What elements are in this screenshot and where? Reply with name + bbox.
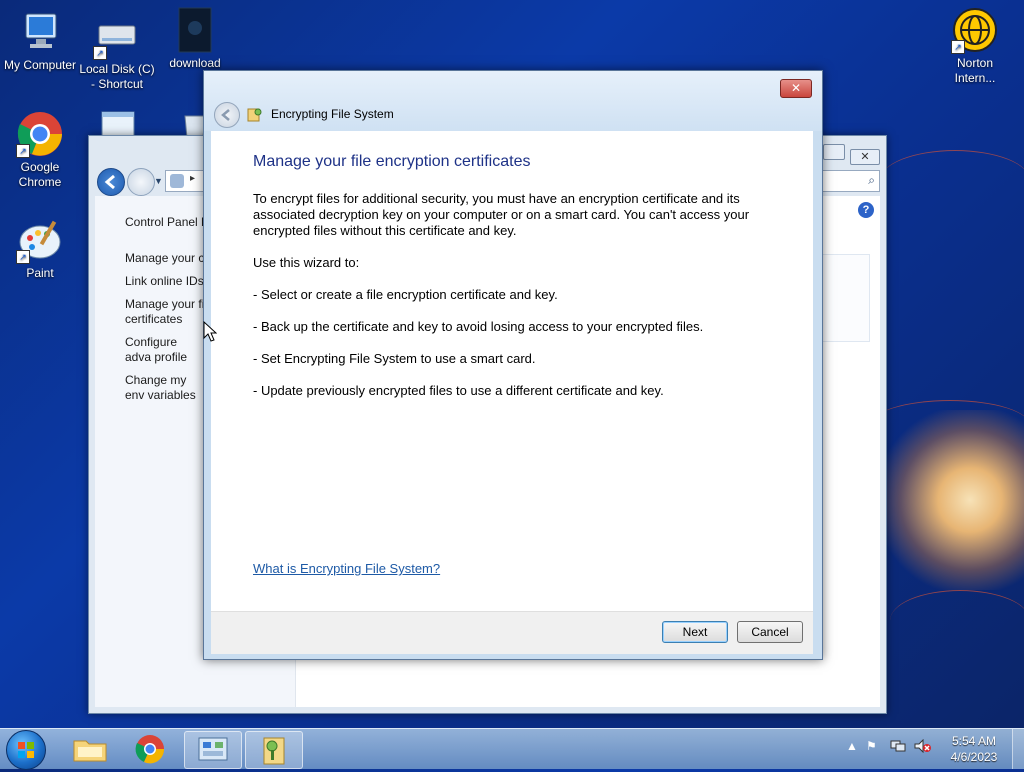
cancel-button[interactable]: Cancel (737, 621, 803, 643)
efs-wizard-dialog[interactable]: ✕ Encrypting File System Manage your fil… (203, 70, 823, 660)
chrome-icon (135, 735, 165, 764)
desktop-icon-label: Paint (26, 266, 54, 280)
system-clock[interactable]: 5:54 AM 4/6/2023 (944, 733, 1004, 765)
shortcut-arrow-icon: ↗ (951, 40, 965, 54)
paint-palette-icon: ↗ (16, 216, 64, 264)
desktop-icon-label: Google Chrome (18, 160, 62, 189)
wallpaper-tendril (890, 590, 1024, 651)
volume-muted-icon[interactable] (914, 738, 932, 756)
shortcut-arrow-icon: ↗ (16, 250, 30, 264)
show-hidden-icons-button[interactable]: ▲ (846, 739, 858, 753)
desktop-icon-label: Local Disk (C) - Shortcut (79, 62, 155, 91)
taskbar-google-chrome[interactable] (122, 731, 178, 767)
folder-icon (73, 740, 107, 762)
search-box[interactable]: ⌕ (822, 170, 880, 192)
shortcut-arrow-icon: ↗ (93, 46, 107, 60)
next-button[interactable]: Next (662, 621, 728, 643)
computer-icon (16, 8, 64, 56)
search-icon: ⌕ (868, 173, 875, 187)
address-bar[interactable]: ▸ (165, 170, 207, 192)
wallpaper-tendril (870, 400, 1024, 451)
use-wizard-text: Use this wizard to: (253, 255, 360, 270)
close-button[interactable]: ✕ (780, 79, 812, 98)
control-panel-icon (170, 174, 184, 188)
mouse-cursor-icon (203, 320, 218, 346)
desktop-icon-google-chrome[interactable]: ↗ Google Chrome (0, 110, 80, 190)
back-button[interactable] (97, 168, 125, 196)
desktop-icon-local-disk[interactable]: ↗ Local Disk (C) - Shortcut (77, 12, 157, 92)
user-account-panel (819, 254, 870, 342)
page-heading: Manage your file encryption certificates (253, 153, 531, 170)
chrome-icon: ↗ (16, 110, 64, 158)
norton-globe-icon: ↗ (951, 6, 999, 54)
dialog-titlebar: ✕ Encrypting File System (204, 71, 822, 131)
manage-file-certificates-link[interactable]: Manage your fi certificates (125, 297, 205, 329)
link-online-ids-link[interactable]: Link online IDs (125, 274, 205, 289)
environment-variables-link[interactable]: Change my env variables (125, 373, 205, 405)
control-panel-home-link[interactable]: Control Panel H (125, 215, 205, 230)
desktop-icon-label: Norton Intern... (954, 56, 996, 85)
what-is-efs-link[interactable]: What is Encrypting File System? (253, 561, 440, 576)
efs-key-icon (263, 737, 285, 765)
bullet-item: - Select or create a file encryption cer… (253, 287, 558, 302)
dialog-title: Encrypting File System (271, 107, 394, 121)
intro-text: To encrypt files for additional security… (253, 191, 750, 238)
action-center-flag-icon[interactable]: ⚑ (866, 739, 877, 753)
bullet-item: - Back up the certificate and key to avo… (253, 319, 704, 334)
control-panel-icon (198, 737, 228, 761)
desktop-icon-label: download (169, 56, 221, 70)
clock-date: 4/6/2023 (950, 750, 998, 764)
taskbar: ▲ ⚑ 5:54 AM 4/6/2023 (0, 728, 1024, 770)
recent-pages-icon[interactable]: ▼ (154, 176, 163, 186)
window-controls: ✕ (822, 144, 880, 165)
configure-profile-link[interactable]: Configure adva profile properti (125, 335, 205, 367)
desktop-icon-paint[interactable]: ↗ Paint (0, 216, 80, 280)
window-icon (94, 108, 142, 138)
wizard-page: Manage your file encryption certificates… (211, 131, 813, 611)
bullet-item: - Update previously encrypted files to u… (253, 383, 664, 398)
forward-button[interactable] (127, 168, 155, 196)
network-icon[interactable] (890, 739, 906, 756)
back-button[interactable] (214, 102, 240, 128)
desktop-icon-label: My Computer (3, 58, 77, 72)
image-file-icon (171, 6, 219, 54)
help-icon[interactable]: ? (858, 202, 874, 218)
restore-button[interactable] (822, 144, 845, 160)
desktop-icon-download[interactable]: download (155, 6, 235, 70)
drive-icon: ↗ (93, 12, 141, 60)
breadcrumb-chevron-icon: ▸ (190, 173, 196, 184)
manage-credentials-link[interactable]: Manage your c (125, 251, 205, 266)
desktop-icon-my-computer[interactable]: My Computer (0, 8, 80, 72)
bullet-item: - Set Encrypting File System to use a sm… (253, 351, 536, 366)
windows-logo-icon (18, 742, 34, 758)
taskbar-file-explorer[interactable] (62, 731, 118, 767)
start-button[interactable] (6, 730, 46, 770)
close-button[interactable]: ✕ (850, 149, 880, 165)
taskbar-control-panel[interactable] (184, 731, 242, 769)
desktop-icon-norton[interactable]: ↗ Norton Intern... (935, 6, 1015, 86)
efs-key-icon (247, 106, 263, 122)
clock-time: 5:54 AM (951, 734, 997, 748)
taskbar-encrypting-file-system[interactable] (245, 731, 303, 769)
shortcut-arrow-icon: ↗ (16, 144, 30, 158)
wallpaper-tendril (880, 150, 1024, 211)
dialog-footer: Next Cancel (211, 611, 813, 654)
show-desktop-button[interactable] (1012, 729, 1024, 769)
desktop-icon-partial[interactable] (78, 108, 158, 138)
